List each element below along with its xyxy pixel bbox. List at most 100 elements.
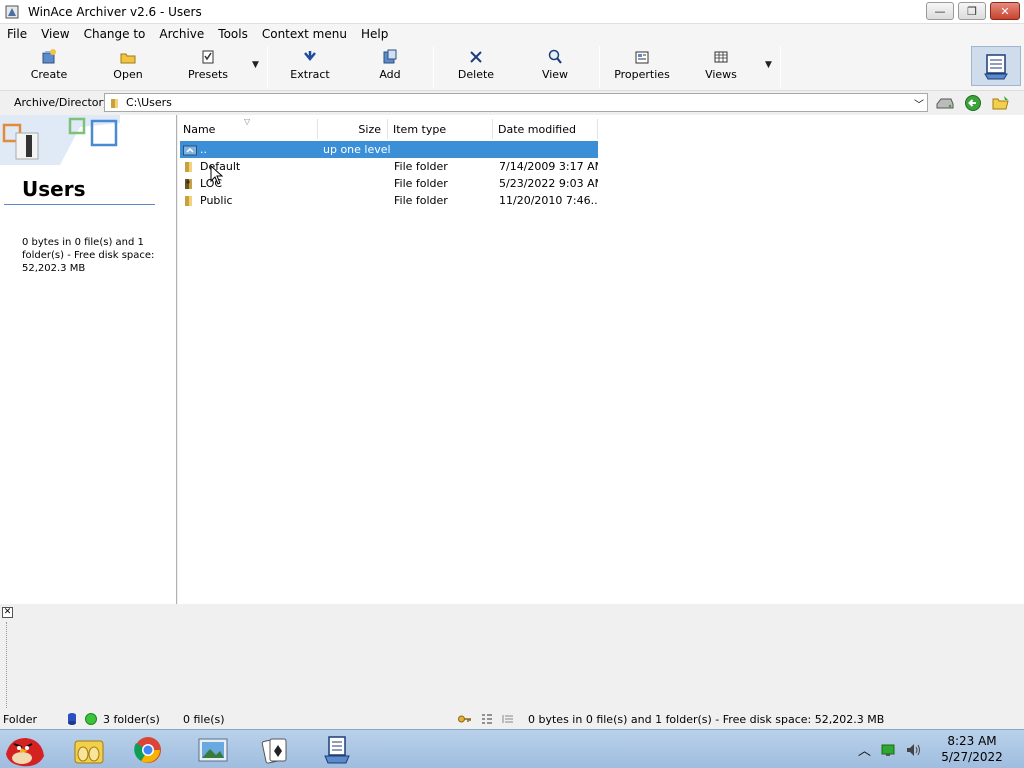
column-size[interactable]: Size xyxy=(318,119,388,139)
file-list: Name ▽ Size Item type Date modified .. u… xyxy=(178,115,1024,604)
status-bar: Folder 3 folder(s) 0 file(s) 0 bytes in … xyxy=(0,710,1024,729)
folder-icon xyxy=(185,195,192,206)
winace-logo-button[interactable] xyxy=(971,46,1021,86)
file-date: 11/20/2010 7:46... xyxy=(499,194,598,207)
views-button[interactable]: Views xyxy=(704,48,738,86)
clock-time: 8:23 AM xyxy=(947,734,997,748)
chrome-icon xyxy=(134,737,161,763)
presets-icon xyxy=(199,48,217,66)
current-folder-title: Users xyxy=(22,177,86,201)
delete-x-icon xyxy=(467,48,485,66)
properties-button[interactable]: Properties xyxy=(614,48,670,86)
address-bar: Archive/Directory C:\Users ﹀ xyxy=(0,90,1024,114)
delete-label: Delete xyxy=(457,68,495,81)
drive-refresh-button[interactable] xyxy=(934,93,956,113)
toolbar: Create Open Presets ▼ Extract Add Delete xyxy=(0,44,1024,90)
add-label: Add xyxy=(379,68,401,81)
delete-button[interactable]: Delete xyxy=(455,48,497,86)
close-panel-icon[interactable]: ✕ xyxy=(2,607,13,618)
key-icon xyxy=(458,715,471,723)
create-button[interactable]: Create xyxy=(28,48,70,86)
file-name: .. xyxy=(200,143,207,156)
up-one-level-text: up one level xyxy=(323,143,391,156)
photo-viewer-taskbar-icon[interactable] xyxy=(191,732,235,768)
database-icon xyxy=(68,713,76,725)
column-date-modified[interactable]: Date modified xyxy=(493,119,598,139)
open-button[interactable]: Open xyxy=(110,48,146,86)
status-summary: 0 bytes in 0 file(s) and 1 folder(s) - F… xyxy=(528,713,885,726)
table-row[interactable]: Default File folder 7/14/2009 3:17 AM xyxy=(180,158,598,175)
menu-context-menu[interactable]: Context menu xyxy=(255,27,354,41)
list-structure-icon xyxy=(502,715,513,723)
table-row[interactable]: LOC File folder 5/23/2022 9:03 AM xyxy=(180,175,598,192)
path-combobox[interactable]: C:\Users ﹀ xyxy=(104,93,928,112)
taskbar-clock[interactable]: 8:23 AM 5/27/2022 xyxy=(930,733,1014,765)
winace-taskbar-icon[interactable] xyxy=(315,732,359,768)
view-button[interactable]: View xyxy=(539,48,571,86)
presets-dropdown-icon[interactable]: ▼ xyxy=(252,60,259,70)
angry-birds-taskbar-icon[interactable] xyxy=(2,732,46,768)
file-date: 5/23/2022 9:03 AM xyxy=(499,177,598,190)
menu-tools[interactable]: Tools xyxy=(211,27,255,41)
open-folder-icon xyxy=(992,96,1009,110)
column-header-row: Name ▽ Size Item type Date modified xyxy=(178,117,598,139)
minimize-button[interactable]: — xyxy=(926,2,954,20)
taskbar: ︿ 8:23 AM 5/27/2022 xyxy=(0,729,1024,768)
close-button[interactable]: ✕ xyxy=(990,2,1020,20)
picture-icon xyxy=(198,738,228,762)
path-input[interactable]: C:\Users xyxy=(126,96,172,109)
properties-icon xyxy=(633,48,651,66)
views-label: Views xyxy=(705,68,737,81)
column-item-type[interactable]: Item type xyxy=(388,119,493,139)
toolbar-separator xyxy=(599,46,600,88)
toolbar-separator xyxy=(433,46,434,88)
extract-button[interactable]: Extract xyxy=(290,48,330,86)
view-label: View xyxy=(541,68,569,81)
toolbar-separator xyxy=(267,46,268,88)
column-name[interactable]: Name ▽ xyxy=(178,117,318,139)
extract-label: Extract xyxy=(290,68,330,81)
menu-file[interactable]: File xyxy=(0,27,34,41)
solitaire-taskbar-icon[interactable] xyxy=(253,732,297,768)
folder-icon xyxy=(111,98,118,108)
show-hidden-icons-chevron-icon[interactable]: ︿ xyxy=(858,740,871,759)
open-label: Open xyxy=(113,68,143,81)
system-tray: ︿ xyxy=(858,740,923,759)
winace-app-icon[interactable] xyxy=(4,4,20,20)
status-kind: Folder xyxy=(3,713,37,726)
table-row[interactable]: Public File folder 11/20/2010 7:46... xyxy=(180,192,598,209)
menu-archive[interactable]: Archive xyxy=(152,27,211,41)
presets-label: Presets xyxy=(187,68,229,81)
column-type-label: Item type xyxy=(393,122,447,136)
window-title: WinAce Archiver v2.6 - Users xyxy=(28,4,202,19)
resize-grip[interactable] xyxy=(6,622,9,708)
views-dropdown-icon[interactable]: ▼ xyxy=(765,60,772,70)
volume-icon[interactable] xyxy=(905,742,923,758)
chevron-down-icon[interactable]: ﹀ xyxy=(914,96,924,111)
archive-directory-label: Archive/Directory xyxy=(14,96,110,109)
add-button[interactable]: Add xyxy=(374,48,406,86)
column-name-label: Name xyxy=(183,122,216,136)
back-button[interactable] xyxy=(962,93,984,113)
create-icon xyxy=(40,48,58,66)
table-row[interactable]: .. up one level xyxy=(180,141,598,158)
browse-folder-button[interactable] xyxy=(990,93,1012,113)
green-status-icon xyxy=(85,713,97,725)
menu-view[interactable]: View xyxy=(34,27,76,41)
sort-ascending-icon: ▽ xyxy=(244,117,251,126)
folder-info-panel: Users 0 bytes in 0 file(s) and 1 folder(… xyxy=(0,115,177,604)
presets-button[interactable]: Presets xyxy=(188,48,228,86)
file-explorer-taskbar-icon[interactable] xyxy=(67,732,111,768)
title-bar: WinAce Archiver v2.6 - Users — ❐ ✕ xyxy=(0,0,1024,24)
restore-button[interactable]: ❐ xyxy=(958,2,986,20)
winace-archiver-icon xyxy=(984,54,1008,80)
magnifier-icon xyxy=(546,48,564,66)
menu-change-to[interactable]: Change to xyxy=(77,27,153,41)
chrome-taskbar-icon[interactable] xyxy=(126,732,170,768)
network-icon[interactable] xyxy=(881,743,895,757)
menu-help[interactable]: Help xyxy=(354,27,395,41)
file-date: 7/14/2009 3:17 AM xyxy=(499,160,598,173)
folder-banner-graphic xyxy=(0,115,120,165)
playing-cards-icon xyxy=(261,738,287,764)
properties-label: Properties xyxy=(614,68,670,81)
